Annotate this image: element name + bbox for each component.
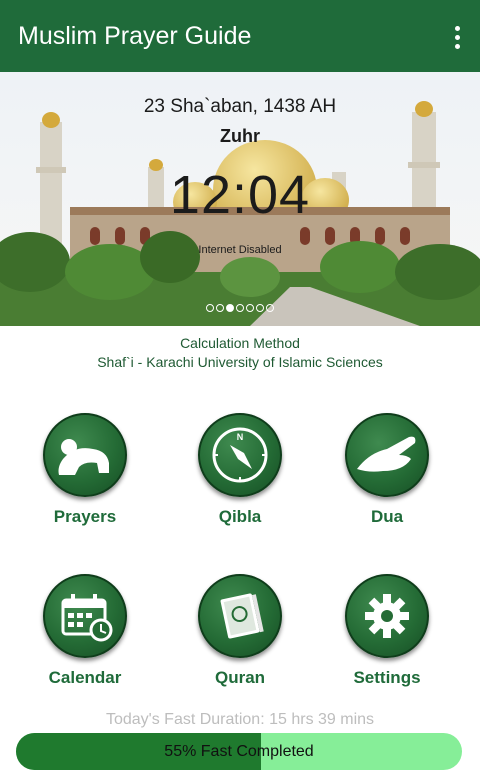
svg-text:N: N xyxy=(237,432,244,442)
compass-icon: N xyxy=(198,413,282,497)
qibla-button[interactable]: N Qibla xyxy=(180,413,300,527)
slide-dot[interactable] xyxy=(226,304,234,312)
prayers-label: Prayers xyxy=(53,507,117,526)
hero-banner[interactable]: 23 Sha`aban, 1438 AH Zuhr 12:04 Internet… xyxy=(0,72,480,326)
hijri-date: 23 Sha`aban, 1438 AH xyxy=(143,96,337,117)
calculation-method-heading: Calculation Method xyxy=(180,335,300,351)
quran-book-icon xyxy=(198,574,282,658)
slide-dot[interactable] xyxy=(256,304,264,312)
qibla-label: Qibla xyxy=(218,507,262,526)
slide-dot[interactable] xyxy=(246,304,254,312)
dua-button[interactable]: Dua xyxy=(327,413,447,527)
app-bar: Muslim Prayer Guide xyxy=(0,0,480,72)
current-time: 12:04 xyxy=(169,165,311,225)
quran-label: Quran xyxy=(214,668,266,687)
internet-status: Internet Disabled xyxy=(198,244,282,256)
fast-progress-bar: 55% Fast Completed xyxy=(16,733,462,770)
app-title: Muslim Prayer Guide xyxy=(18,22,252,50)
slide-dot[interactable] xyxy=(206,304,214,312)
gear-icon xyxy=(345,574,429,658)
current-prayer-name: Zuhr xyxy=(220,126,260,146)
dua-label: Dua xyxy=(370,507,404,526)
calendar-button[interactable]: Calendar xyxy=(25,574,145,688)
slide-indicator[interactable] xyxy=(0,304,480,312)
calculation-method-value: Shaf`i - Karachi University of Islamic S… xyxy=(97,354,383,370)
slide-dot[interactable] xyxy=(266,304,274,312)
fast-progress-text: 55% Fast Completed xyxy=(164,743,314,760)
settings-label: Settings xyxy=(353,668,421,687)
calculation-method[interactable]: Calculation Method Shaf`i - Karachi Univ… xyxy=(0,334,480,372)
overflow-menu-icon[interactable] xyxy=(452,26,462,50)
quran-button[interactable]: Quran xyxy=(180,574,300,688)
settings-button[interactable]: Settings xyxy=(327,574,447,688)
slide-dot[interactable] xyxy=(216,304,224,312)
prayers-button[interactable]: Prayers xyxy=(25,413,145,527)
calendar-icon xyxy=(43,574,127,658)
fast-duration-text: Today's Fast Duration: 15 hrs 39 mins xyxy=(105,711,375,728)
slide-dot[interactable] xyxy=(236,304,244,312)
calendar-label: Calendar xyxy=(48,668,122,687)
praying-hand-icon xyxy=(345,413,429,497)
prostration-icon xyxy=(43,413,127,497)
